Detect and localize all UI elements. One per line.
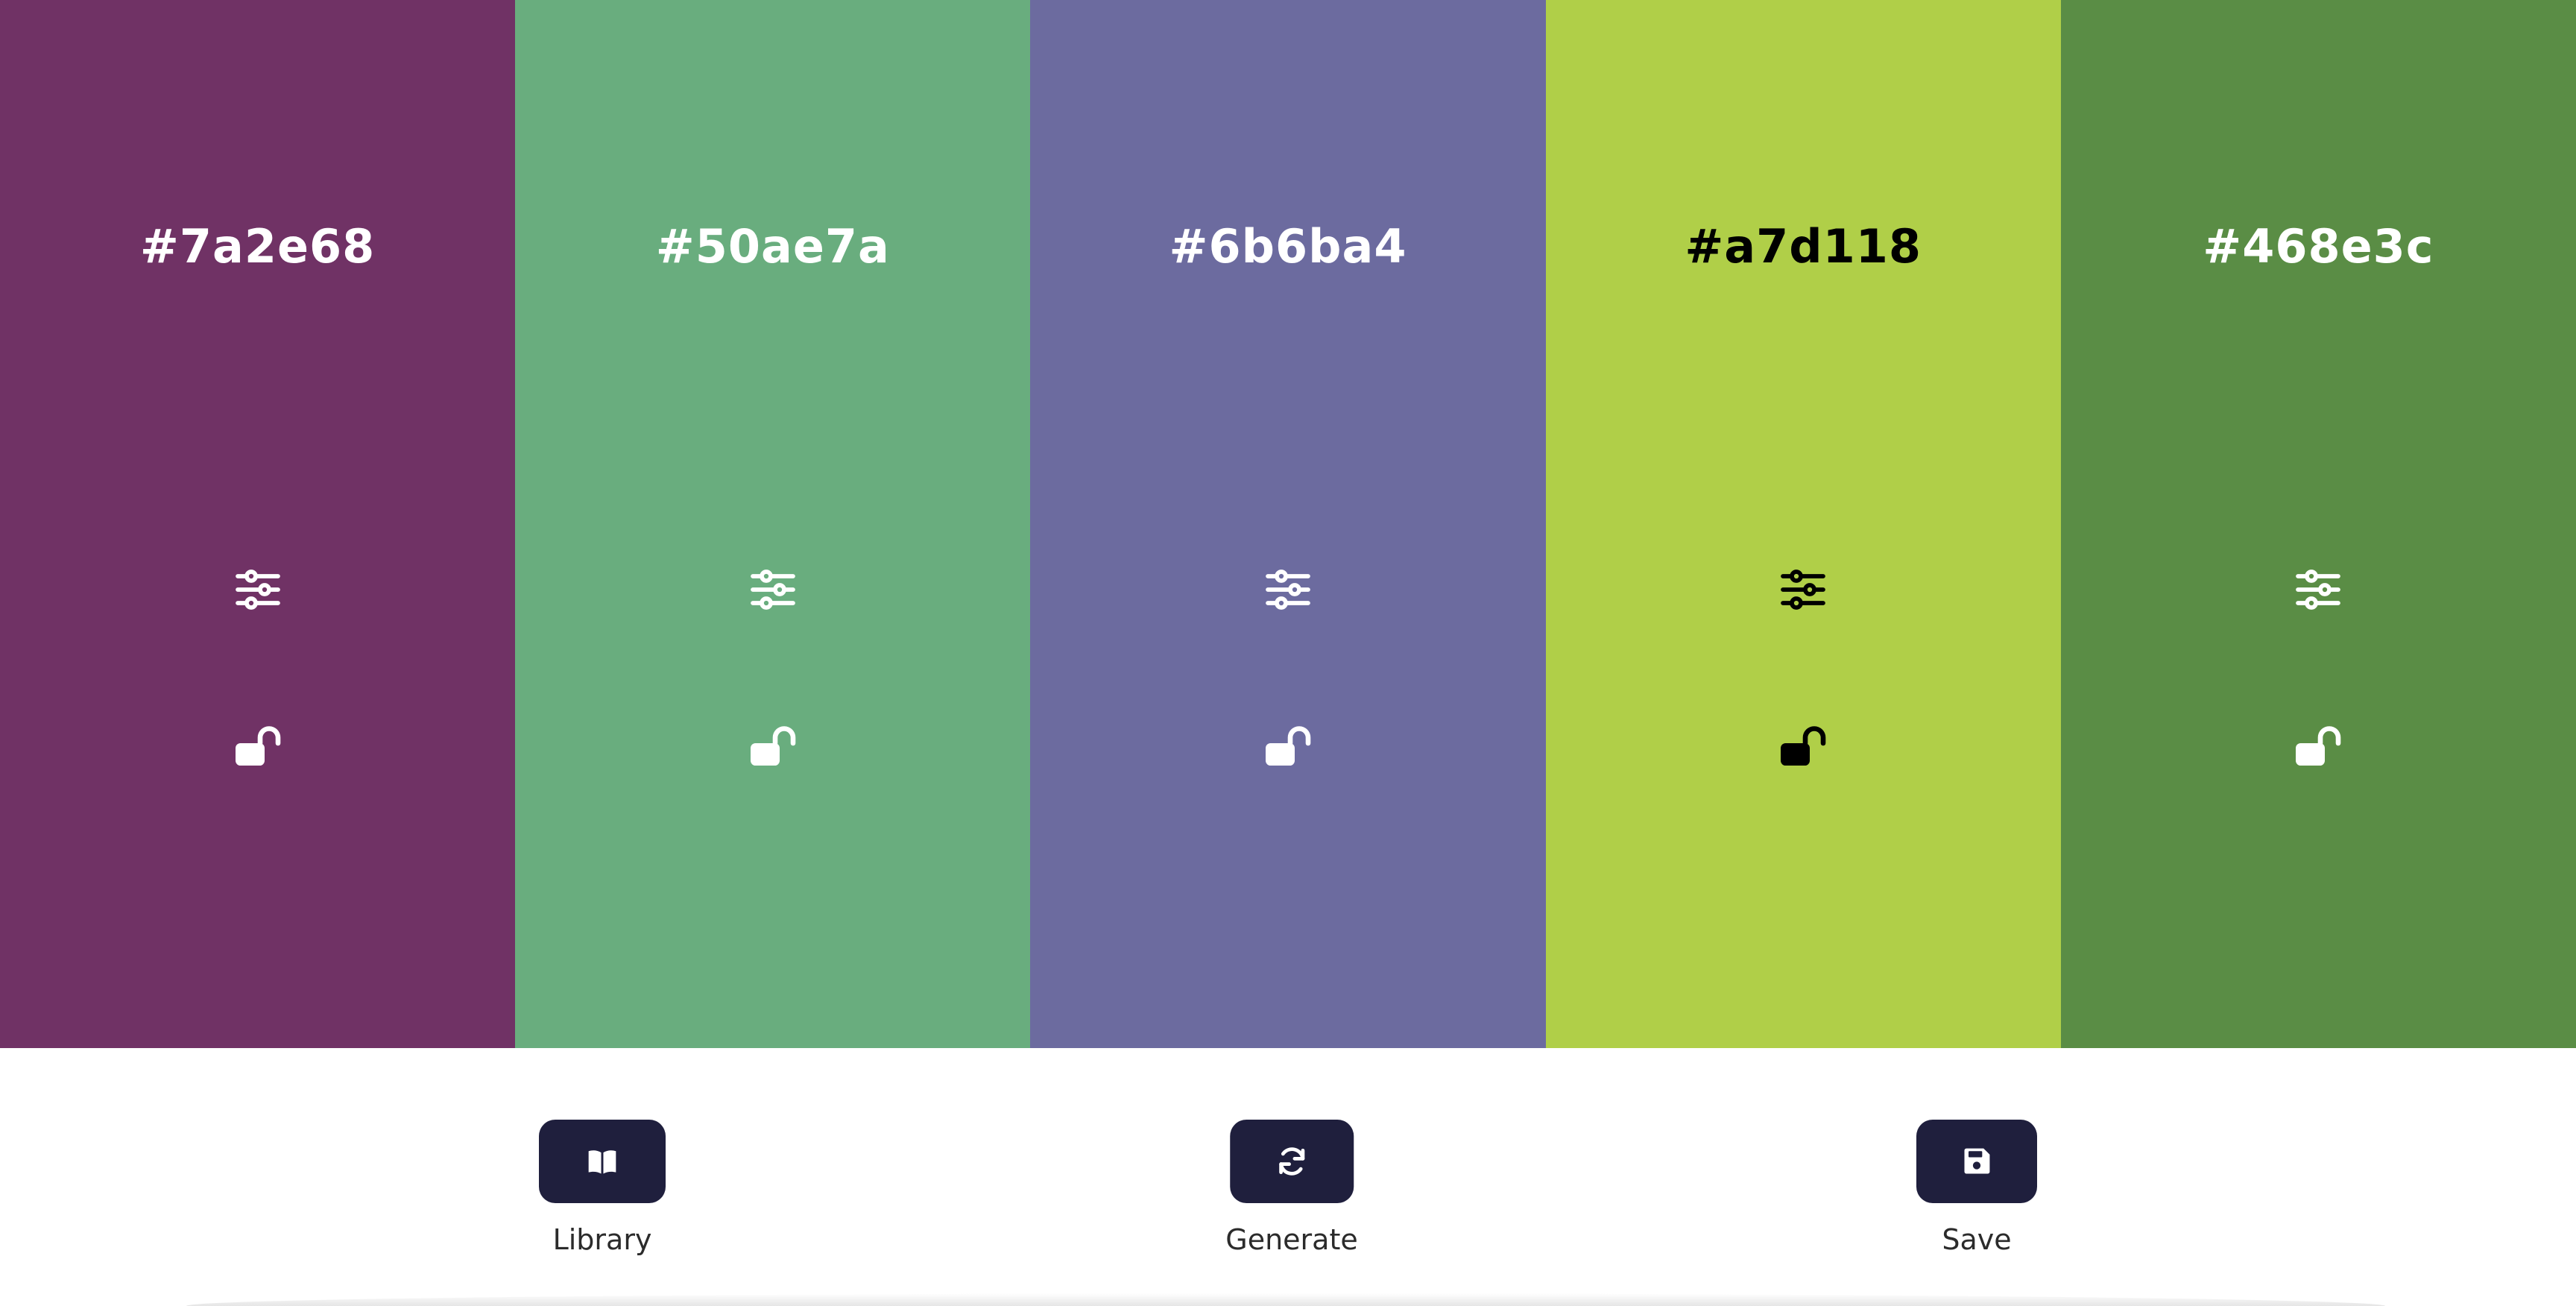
sliders-icon[interactable] <box>2285 556 2352 623</box>
color-column-5[interactable]: #468e3c <box>2060 0 2576 1048</box>
sliders-icon[interactable] <box>1770 556 1837 623</box>
library-button[interactable] <box>539 1120 666 1203</box>
generate-label: Generate <box>1225 1223 1358 1256</box>
unlocked-padlock-icon[interactable] <box>1254 712 1322 779</box>
color-column-4[interactable]: #a7d118 <box>1545 0 2061 1048</box>
sliders-icon[interactable] <box>739 556 806 623</box>
hex-code[interactable]: #7a2e68 <box>0 224 515 270</box>
library-control: Library <box>539 1120 666 1254</box>
save-label: Save <box>1942 1223 2012 1256</box>
sliders-icon[interactable] <box>224 556 291 623</box>
refresh-icon <box>1278 1147 1305 1176</box>
sliders-icon[interactable] <box>1254 556 1322 623</box>
generate-control: Generate <box>1225 1120 1358 1256</box>
control-panel: Library Generate Save <box>0 1048 2576 1306</box>
hex-code[interactable]: #a7d118 <box>1546 224 2061 270</box>
hex-code[interactable]: #6b6ba4 <box>1030 224 1545 270</box>
floppy-disk-icon <box>1964 1148 1990 1174</box>
hex-code[interactable]: #50ae7a <box>515 224 1030 270</box>
library-label: Library <box>552 1223 652 1256</box>
color-column-2[interactable]: #50ae7a <box>515 0 1031 1048</box>
book-icon <box>588 1150 616 1174</box>
hex-code[interactable]: #468e3c <box>2061 224 2576 270</box>
save-control: Save <box>1916 1120 2037 1254</box>
unlocked-padlock-icon[interactable] <box>2285 712 2352 779</box>
color-column-1[interactable]: #7a2e68 <box>0 0 516 1048</box>
generate-button[interactable] <box>1229 1120 1354 1203</box>
unlocked-padlock-icon[interactable] <box>739 712 806 779</box>
unlocked-padlock-icon[interactable] <box>1770 712 1837 779</box>
save-button[interactable] <box>1916 1120 2037 1203</box>
palette-columns: #7a2e68 #50ae7a #6b6ba4 #a7d118 #468e3c <box>0 0 2576 1048</box>
color-column-3[interactable]: #6b6ba4 <box>1030 0 1546 1048</box>
unlocked-padlock-icon[interactable] <box>224 712 291 779</box>
